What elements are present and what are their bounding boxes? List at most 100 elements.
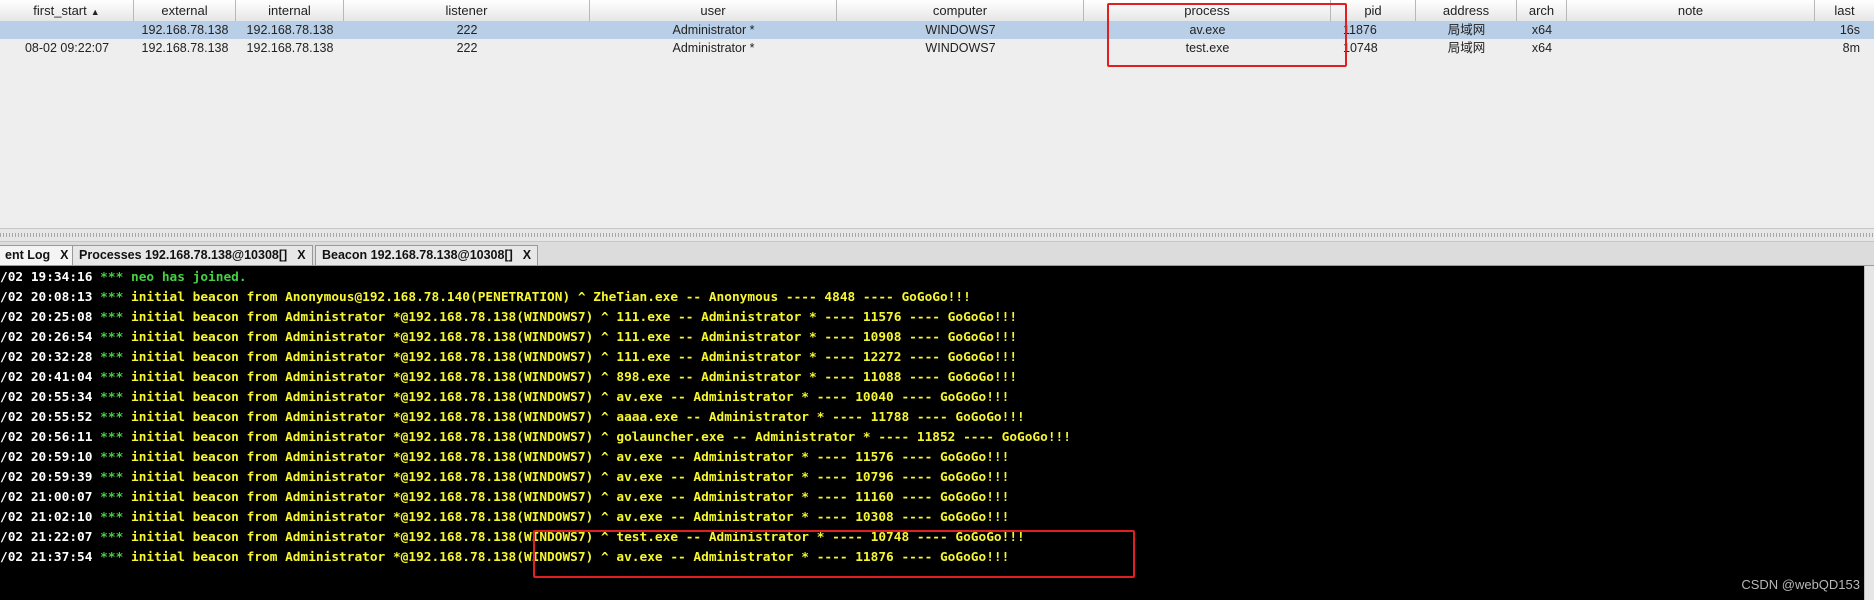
cell-external: 192.168.78.138 <box>141 41 229 55</box>
log-message: initial beacon from Administrator *@192.… <box>131 450 1010 465</box>
log-message: initial beacon from Administrator *@192.… <box>131 310 1018 325</box>
process-highlight-box <box>1107 3 1347 67</box>
log-timestamp: /02 21:37:54 <box>0 550 93 565</box>
log-marker: *** <box>100 270 124 285</box>
column-header-listener[interactable]: listener <box>344 0 590 21</box>
table-row[interactable]: 192.168.78.138 192.168.78.138 222 Admini… <box>0 21 1874 39</box>
tab-label: Beacon 192.168.78.138@10308[] <box>322 248 513 262</box>
column-header-external[interactable]: external <box>134 0 236 21</box>
tab-processes[interactable]: Processes 192.168.78.138@10308[] X <box>72 245 313 265</box>
log-marker: *** <box>100 330 124 345</box>
log-line: /02 20:55:34 *** initial beacon from Adm… <box>0 388 1009 408</box>
close-icon[interactable]: X <box>523 248 531 262</box>
log-marker: *** <box>100 370 124 385</box>
log-marker: *** <box>100 290 124 305</box>
log-timestamp: /02 21:00:07 <box>0 490 93 505</box>
cell-first-start: 08-02 09:22:07 <box>24 41 110 55</box>
tab-beacon[interactable]: Beacon 192.168.78.138@10308[] X <box>315 245 539 265</box>
log-message: initial beacon from Administrator *@192.… <box>131 330 1018 345</box>
cell-computer: WINDOWS7 <box>925 23 996 37</box>
log-line: /02 20:59:39 *** initial beacon from Adm… <box>0 468 1009 488</box>
log-marker: *** <box>100 470 124 485</box>
cell-internal: 192.168.78.138 <box>246 41 334 55</box>
log-line: /02 20:08:13 *** initial beacon from Ano… <box>0 288 971 308</box>
table-header: first_start ▲ external internal listener … <box>0 0 1874 22</box>
log-message: initial beacon from Administrator *@192.… <box>131 490 1010 505</box>
column-header-note[interactable]: note <box>1567 0 1815 21</box>
log-marker: *** <box>100 390 124 405</box>
log-marker: *** <box>100 530 124 545</box>
cell-note <box>1567 39 1815 57</box>
log-marker: *** <box>100 450 124 465</box>
log-line: /02 20:26:54 *** initial beacon from Adm… <box>0 328 1017 348</box>
recent-beacons-highlight-box <box>533 530 1135 578</box>
log-timestamp: /02 21:22:07 <box>0 530 93 545</box>
log-message: neo has joined. <box>131 270 247 285</box>
column-label: first_start <box>33 3 87 18</box>
cell-user: Administrator * <box>672 23 755 37</box>
cell-internal: 192.168.78.138 <box>246 23 334 37</box>
log-message: initial beacon from Administrator *@192.… <box>131 390 1010 405</box>
log-marker: *** <box>100 350 124 365</box>
sort-ascending-icon: ▲ <box>90 7 100 17</box>
cell-listener: 222 <box>456 41 478 55</box>
tab-label: Processes 192.168.78.138@10308[] <box>79 248 288 262</box>
column-header-first-start[interactable]: first_start ▲ <box>0 0 134 21</box>
tab-label: ent Log <box>5 248 51 262</box>
log-message: initial beacon from Administrator *@192.… <box>131 370 1018 385</box>
column-header-computer[interactable]: computer <box>837 0 1084 21</box>
log-line: /02 19:34:16 *** neo has joined. <box>0 268 247 288</box>
watermark: CSDN @webQD153 <box>1741 577 1860 592</box>
tab-event-log[interactable]: ent Log X <box>0 245 76 265</box>
log-message: initial beacon from Administrator *@192.… <box>131 430 1071 445</box>
log-timestamp: /02 20:08:13 <box>0 290 93 305</box>
cell-computer: WINDOWS7 <box>925 41 996 55</box>
log-message: initial beacon from Administrator *@192.… <box>131 470 1010 485</box>
log-line: /02 20:55:52 *** initial beacon from Adm… <box>0 408 1025 428</box>
log-marker: *** <box>100 490 124 505</box>
log-timestamp: /02 20:41:04 <box>0 370 93 385</box>
column-header-last[interactable]: last <box>1815 0 1874 21</box>
split-pane-divider[interactable] <box>0 228 1874 242</box>
cell-last: 16s <box>1839 23 1860 37</box>
cell-address: 局域网 <box>1447 23 1486 37</box>
column-header-internal[interactable]: internal <box>236 0 344 21</box>
column-header-user[interactable]: user <box>590 0 837 21</box>
column-header-arch[interactable]: arch <box>1517 0 1567 21</box>
log-message: initial beacon from Anonymous@192.168.78… <box>131 290 971 305</box>
log-timestamp: /02 20:59:10 <box>0 450 93 465</box>
cell-external: 192.168.78.138 <box>141 23 229 37</box>
log-message: initial beacon from Administrator *@192.… <box>131 410 1025 425</box>
cell-listener: 222 <box>456 23 478 37</box>
cell-last: 8m <box>1842 41 1860 55</box>
event-log-console[interactable]: /02 21:37:54 *** initial beacon from Adm… <box>0 266 1874 600</box>
log-line: /02 21:02:10 *** initial beacon from Adm… <box>0 508 1009 528</box>
cell-address: 局域网 <box>1447 41 1486 55</box>
close-icon[interactable]: X <box>297 248 305 262</box>
cell-user: Administrator * <box>672 41 755 55</box>
log-line: /02 20:25:08 *** initial beacon from Adm… <box>0 308 1017 328</box>
column-header-address[interactable]: address <box>1416 0 1517 21</box>
close-icon[interactable]: X <box>60 248 68 262</box>
log-marker: *** <box>100 550 124 565</box>
log-message: initial beacon from Administrator *@192.… <box>131 510 1010 525</box>
log-line: /02 20:59:10 *** initial beacon from Adm… <box>0 448 1009 468</box>
log-line: /02 20:41:04 *** initial beacon from Adm… <box>0 368 1017 388</box>
log-timestamp: /02 19:34:16 <box>0 270 93 285</box>
cell-arch: x64 <box>1531 41 1553 55</box>
log-timestamp: /02 20:26:54 <box>0 330 93 345</box>
vertical-scrollbar[interactable] <box>1864 266 1874 600</box>
log-timestamp: /02 20:56:11 <box>0 430 93 445</box>
table-row[interactable]: 08-02 09:22:07 192.168.78.138 192.168.78… <box>0 39 1874 57</box>
log-timestamp: /02 20:25:08 <box>0 310 93 325</box>
cell-arch: x64 <box>1531 23 1553 37</box>
log-marker: *** <box>100 430 124 445</box>
tab-bar: ent Log X Processes 192.168.78.138@10308[… <box>0 242 1874 266</box>
log-marker: *** <box>100 410 124 425</box>
log-marker: *** <box>100 510 124 525</box>
log-message: initial beacon from Administrator *@192.… <box>131 350 1018 365</box>
cell-note <box>1567 21 1815 39</box>
log-timestamp: /02 20:55:34 <box>0 390 93 405</box>
log-timestamp: /02 20:32:28 <box>0 350 93 365</box>
log-timestamp: /02 20:59:39 <box>0 470 93 485</box>
